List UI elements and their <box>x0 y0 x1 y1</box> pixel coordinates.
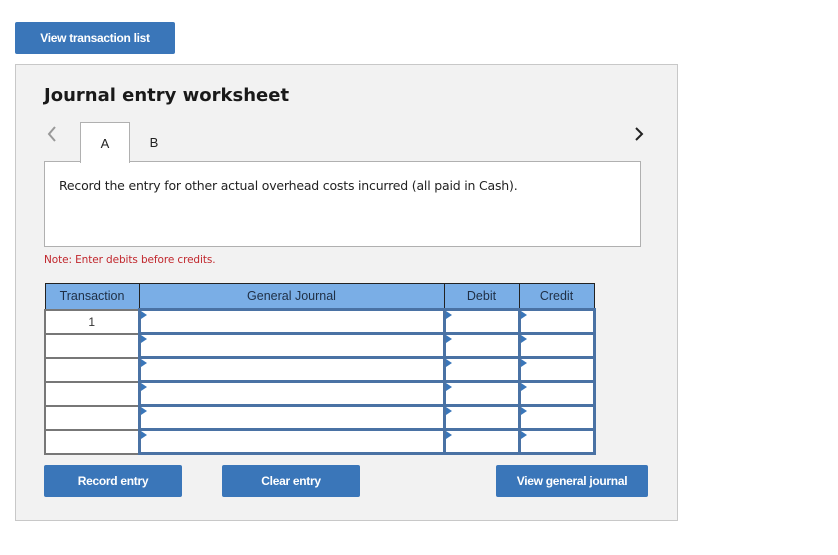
dropdown-marker-icon <box>445 407 452 415</box>
journal-entry-worksheet-panel: Journal entry worksheet A B Record the e… <box>15 64 678 521</box>
table-row <box>44 428 596 455</box>
transaction-number-cell <box>44 428 140 455</box>
table-row <box>44 404 596 431</box>
debit-input-cell <box>442 332 521 359</box>
dropdown-marker-icon <box>140 383 147 391</box>
tab-a[interactable]: A <box>80 122 130 163</box>
dropdown-marker-icon <box>520 383 527 391</box>
credit-input[interactable] <box>520 407 593 428</box>
credit-input[interactable] <box>520 383 593 404</box>
transaction-number-cell <box>44 380 140 407</box>
dropdown-marker-icon <box>445 431 452 439</box>
dropdown-marker-icon <box>445 359 452 367</box>
account-select-field[interactable] <box>140 311 443 332</box>
tab-b[interactable]: B <box>129 122 179 162</box>
debit-input[interactable] <box>445 311 518 332</box>
dropdown-marker-icon <box>445 383 452 391</box>
credit-input-cell <box>517 380 596 407</box>
debit-input[interactable] <box>445 359 518 380</box>
account-select-field[interactable] <box>140 431 443 452</box>
credit-input[interactable] <box>520 311 593 332</box>
table-row <box>44 332 596 359</box>
account-select-field[interactable] <box>140 383 443 404</box>
transaction-number-cell <box>44 404 140 431</box>
debit-input[interactable] <box>445 407 518 428</box>
journal-entry-table: Transaction General Journal Debit Credit… <box>44 283 596 455</box>
account-select-field-cell <box>137 332 446 359</box>
dropdown-marker-icon <box>140 311 147 319</box>
dropdown-marker-icon <box>140 359 147 367</box>
debit-input-cell <box>442 404 521 431</box>
debit-input-cell <box>442 308 521 335</box>
debit-input-cell <box>442 380 521 407</box>
dropdown-marker-icon <box>520 431 527 439</box>
dropdown-marker-icon <box>140 431 147 439</box>
table-row <box>44 356 596 383</box>
account-select-field[interactable] <box>140 407 443 428</box>
entry-instruction-text: Record the entry for other actual overhe… <box>59 178 518 193</box>
entry-instruction-box: Record the entry for other actual overhe… <box>44 161 641 247</box>
debit-input[interactable] <box>445 335 518 356</box>
transaction-number-cell <box>44 356 140 383</box>
account-select-field-cell <box>137 308 446 335</box>
account-select-field[interactable] <box>140 359 443 380</box>
table-header-row: Transaction General Journal Debit Credit <box>44 283 595 310</box>
dropdown-marker-icon <box>520 359 527 367</box>
clear-entry-button[interactable]: Clear entry <box>222 465 360 497</box>
header-credit: Credit <box>518 283 595 310</box>
credit-input-cell <box>517 428 596 455</box>
credit-input-cell <box>517 308 596 335</box>
credit-input-cell <box>517 356 596 383</box>
table-row: 1 <box>44 308 596 335</box>
account-select-field-cell <box>137 428 446 455</box>
tab-b-label: B <box>149 134 159 150</box>
chevron-left-icon[interactable] <box>46 124 60 144</box>
transaction-number-cell <box>44 332 140 359</box>
dropdown-marker-icon <box>520 311 527 319</box>
credit-input-cell <box>517 404 596 431</box>
account-select-field-cell <box>137 380 446 407</box>
transaction-number-cell: 1 <box>44 308 140 335</box>
worksheet-title: Journal entry worksheet <box>44 85 290 106</box>
record-entry-button[interactable]: Record entry <box>44 465 182 497</box>
credit-input[interactable] <box>520 431 593 452</box>
tab-a-label: A <box>100 135 110 151</box>
dropdown-marker-icon <box>445 335 452 343</box>
view-transaction-list-button[interactable]: View transaction list <box>15 22 175 54</box>
dropdown-marker-icon <box>520 335 527 343</box>
header-general-journal: General Journal <box>138 283 445 310</box>
credit-input[interactable] <box>520 359 593 380</box>
dropdown-marker-icon <box>445 311 452 319</box>
chevron-right-icon[interactable] <box>633 124 647 144</box>
account-select-field-cell <box>137 356 446 383</box>
debit-input-cell <box>442 356 521 383</box>
account-select-field-cell <box>137 404 446 431</box>
credit-input[interactable] <box>520 335 593 356</box>
account-select-field[interactable] <box>140 335 443 356</box>
debits-before-credits-note: Note: Enter debits before credits. <box>44 254 216 266</box>
debit-input[interactable] <box>445 383 518 404</box>
debit-input-cell <box>442 428 521 455</box>
dropdown-marker-icon <box>140 407 147 415</box>
credit-input-cell <box>517 332 596 359</box>
table-row <box>44 380 596 407</box>
debit-input[interactable] <box>445 431 518 452</box>
dropdown-marker-icon <box>140 335 147 343</box>
dropdown-marker-icon <box>520 407 527 415</box>
header-debit: Debit <box>443 283 520 310</box>
view-general-journal-button[interactable]: View general journal <box>496 465 648 497</box>
header-transaction: Transaction <box>44 283 140 310</box>
